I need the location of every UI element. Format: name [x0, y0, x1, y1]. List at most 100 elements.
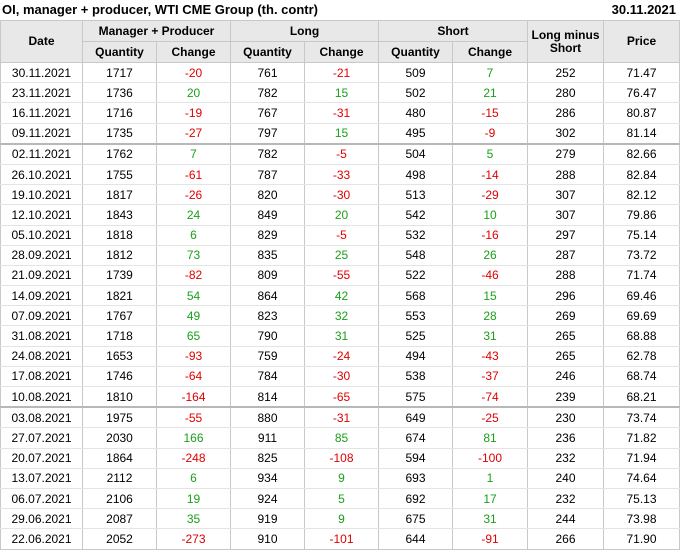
table-row: 03.08.2021 1975 -55 880 -31 649 -25 230 73.74: [0, 406, 680, 429]
date-cell: 06.07.2021: [0, 488, 83, 510]
short-quantity-cell: 675: [378, 508, 454, 530]
short-change-cell: -100: [452, 448, 529, 469]
long-change-cell: -5: [303, 225, 380, 246]
short-change-cell: 7: [452, 62, 529, 84]
header-date[interactable]: Date: [0, 20, 83, 63]
long-quantity-cell: 919: [230, 508, 305, 530]
price-cell: 71.90: [603, 528, 680, 550]
header-short[interactable]: Short: [378, 20, 529, 42]
long-quantity-cell: 849: [230, 204, 305, 226]
price-cell: 71.74: [603, 265, 680, 287]
short-change-cell: -14: [452, 164, 529, 186]
mp-change-cell: -26: [156, 184, 231, 206]
long-change-cell: 32: [303, 305, 380, 327]
short-change-cell: -91: [452, 528, 529, 550]
long-change-cell: 20: [303, 204, 380, 226]
short-quantity-cell: 495: [378, 123, 454, 145]
mp-change-cell: 19: [156, 488, 231, 510]
mp-quantity-cell: 1767: [82, 305, 157, 327]
date-cell: 02.11.2021: [0, 142, 83, 165]
long-change-cell: -55: [303, 265, 380, 287]
long-quantity-cell: 797: [230, 123, 305, 145]
table-row: 10.08.2021 1810 -164 814 -65 575 -74 239 68.21: [0, 386, 680, 408]
short-change-cell: -25: [452, 406, 529, 429]
report-title: OI, manager + producer, WTI CME Group (t…: [2, 2, 318, 17]
date-cell: 28.09.2021: [0, 245, 83, 266]
date-cell: 27.07.2021: [0, 427, 83, 449]
header-long-minus-short[interactable]: Long minus Short: [527, 20, 605, 63]
mp-quantity-cell: 2112: [82, 468, 157, 489]
header-short-quantity[interactable]: Quantity: [378, 41, 454, 63]
mp-change-cell: 35: [156, 508, 231, 530]
mp-quantity-cell: 1718: [82, 325, 157, 347]
short-quantity-cell: 693: [378, 468, 454, 489]
price-cell: 71.94: [603, 448, 680, 469]
short-change-cell: 15: [452, 285, 529, 307]
price-cell: 75.13: [603, 488, 680, 510]
header-long[interactable]: Long: [229, 20, 380, 42]
mp-quantity-cell: 2030: [82, 427, 157, 449]
mp-change-cell: 7: [156, 142, 231, 165]
short-quantity-cell: 542: [378, 204, 454, 226]
mp-quantity-cell: 1736: [82, 82, 157, 104]
mp-quantity-cell: 1810: [82, 386, 157, 408]
price-cell: 82.66: [603, 142, 680, 165]
long-quantity-cell: 787: [230, 164, 305, 186]
mp-change-cell: -20: [156, 62, 231, 84]
long-change-cell: 25: [303, 245, 380, 266]
date-cell: 05.10.2021: [0, 225, 83, 246]
table-row: 02.11.2021 1762 7 782 -5 504 5 279 82.66: [0, 142, 680, 165]
table-row: 05.10.2021 1818 6 829 -5 532 -16 297 75.14: [0, 225, 680, 246]
mp-quantity-cell: 1817: [82, 184, 157, 206]
date-cell: 12.10.2021: [0, 204, 83, 226]
mp-quantity-cell: 1818: [82, 225, 157, 246]
mp-quantity-cell: 1653: [82, 346, 157, 367]
table-row: 24.08.2021 1653 -93 759 -24 494 -43 265 62.78: [0, 346, 680, 367]
table-row: 28.09.2021 1812 73 835 25 548 26 287 73.72: [0, 245, 680, 266]
long-quantity-cell: 782: [230, 82, 305, 104]
mp-change-cell: -93: [156, 346, 231, 367]
table-row: 16.11.2021 1716 -19 767 -31 480 -15 286 80.87: [0, 102, 680, 124]
long-minus-short-cell: 288: [527, 265, 605, 287]
long-quantity-cell: 759: [230, 346, 305, 367]
short-quantity-cell: 674: [378, 427, 454, 449]
date-cell: 26.10.2021: [0, 164, 83, 186]
long-quantity-cell: 814: [230, 386, 305, 408]
header-mp-change[interactable]: Change: [156, 41, 231, 63]
long-minus-short-cell: 302: [527, 123, 605, 145]
header-long-change[interactable]: Change: [303, 41, 380, 63]
header-mp-quantity[interactable]: Quantity: [82, 41, 157, 63]
header-price[interactable]: Price: [603, 20, 680, 63]
long-quantity-cell: 782: [230, 142, 305, 165]
long-quantity-cell: 790: [230, 325, 305, 347]
long-minus-short-cell: 288: [527, 164, 605, 186]
mp-change-cell: -64: [156, 366, 231, 388]
mp-quantity-cell: 2106: [82, 488, 157, 510]
long-change-cell: -21: [303, 62, 380, 84]
short-change-cell: 31: [452, 508, 529, 530]
header-short-change[interactable]: Change: [452, 41, 529, 63]
price-cell: 80.87: [603, 102, 680, 124]
date-cell: 22.06.2021: [0, 528, 83, 550]
long-change-cell: -33: [303, 164, 380, 186]
table-row: 17.08.2021 1746 -64 784 -30 538 -37 246 68.74: [0, 366, 680, 388]
long-change-cell: 15: [303, 123, 380, 145]
header-manager-producer[interactable]: Manager + Producer: [82, 20, 231, 42]
long-change-cell: 9: [303, 468, 380, 489]
long-minus-short-cell: 279: [527, 142, 605, 165]
long-change-cell: 85: [303, 427, 380, 449]
price-cell: 73.72: [603, 245, 680, 266]
short-quantity-cell: 649: [378, 406, 454, 429]
table-row: 23.11.2021 1736 20 782 15 502 21 280 76.47: [0, 82, 680, 104]
short-change-cell: -9: [452, 123, 529, 145]
short-quantity-cell: 692: [378, 488, 454, 510]
header-long-quantity[interactable]: Quantity: [230, 41, 305, 63]
mp-quantity-cell: 2052: [82, 528, 157, 550]
report-date: 30.11.2021: [611, 2, 676, 17]
long-minus-short-cell: 287: [527, 245, 605, 266]
table-row: 19.10.2021 1817 -26 820 -30 513 -29 307 82.12: [0, 184, 680, 206]
long-quantity-cell: 829: [230, 225, 305, 246]
date-cell: 30.11.2021: [0, 62, 83, 84]
date-cell: 07.09.2021: [0, 305, 83, 327]
price-cell: 73.74: [603, 406, 680, 429]
